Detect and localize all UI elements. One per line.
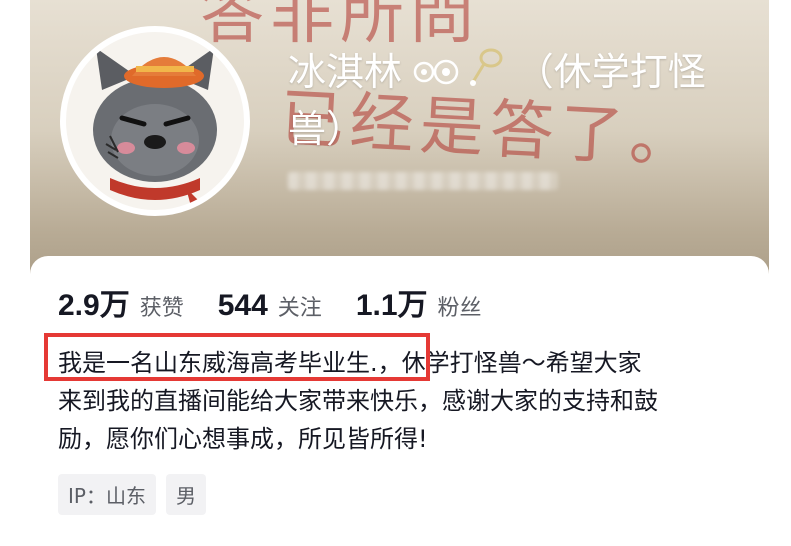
eyes-icon <box>413 48 459 102</box>
profile-bio: 我是一名山东威海高考毕业生.，休学打怪兽～希望大家 来到我的直播间能给大家带来快… <box>58 344 748 458</box>
stat-followers-value: 1.1万 <box>355 289 428 322</box>
left-margin <box>0 0 30 525</box>
stats-row: 2.9万 获赞 544 关注 1.1万 粉丝 <box>58 280 516 324</box>
stat-likes-value: 2.9万 <box>58 289 130 322</box>
bio-line-3: 励，愿你们心想事成，所见皆所得! <box>58 425 428 453</box>
profile-tags: IP：山东 男 <box>58 474 216 515</box>
stat-likes[interactable]: 2.9万 获赞 <box>58 280 184 324</box>
avatar[interactable] <box>60 26 250 216</box>
right-margin <box>769 0 791 525</box>
bio-line-1-rest: ，休学打怪兽～希望大家 <box>377 349 642 377</box>
profile-info-card: 2.9万 获赞 544 关注 1.1万 粉丝 我是一名山东威海高考毕业生.，休学… <box>30 256 769 546</box>
stat-following-label: 关注 <box>277 295 322 320</box>
user-id-blurred <box>288 172 558 190</box>
profile-nickname: 冰淇林 （休学打怪兽） <box>288 46 748 157</box>
stat-following-value: 544 <box>217 289 268 322</box>
stat-followers-label: 粉丝 <box>437 295 482 320</box>
bio-highlighted-text: 我是一名山东威海高考毕业生. <box>58 349 378 377</box>
tag-gender: 男 <box>165 474 206 515</box>
bio-line-1: 我是一名山东威海高考毕业生.，休学打怪兽～希望大家 <box>58 344 748 382</box>
tag-ip-location: IP：山东 <box>58 474 156 515</box>
badminton-icon <box>469 46 505 103</box>
stat-likes-label: 获赞 <box>139 295 184 320</box>
stat-followers[interactable]: 1.1万 粉丝 <box>356 280 482 324</box>
bio-line-2: 来到我的直播间能给大家带来快乐，感谢大家的支持和鼓 <box>58 387 658 415</box>
nickname-main: 冰淇林 <box>288 52 403 94</box>
wolf-avatar-icon <box>93 48 217 210</box>
stat-following[interactable]: 544 关注 <box>218 289 322 323</box>
